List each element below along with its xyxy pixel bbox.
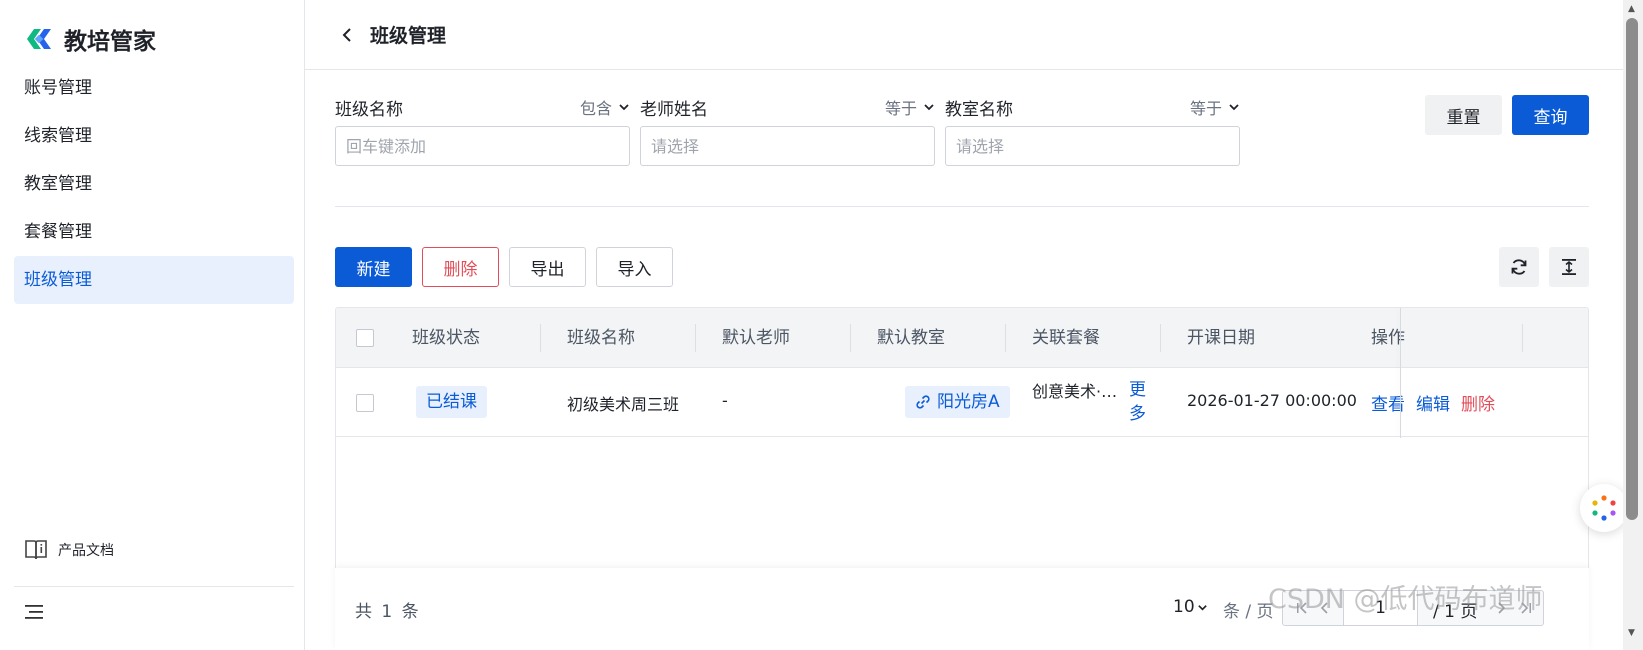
refresh-icon: [1511, 259, 1527, 275]
column-header-teacher[interactable]: 默认老师: [722, 308, 790, 368]
column-separator[interactable]: [1522, 324, 1523, 352]
page-size-select[interactable]: 10: [1173, 597, 1208, 617]
filter-operator-select[interactable]: 等于: [1190, 95, 1240, 119]
page-title: 班级管理: [370, 25, 447, 47]
classroom-link[interactable]: 阳光房A: [905, 386, 1010, 418]
filter-operator-value: 等于: [884, 99, 917, 118]
book-icon: [25, 540, 47, 560]
package-cell: 创意美术·…: [1032, 382, 1118, 401]
chevron-down-icon: [619, 104, 629, 111]
classroom-label: 阳光房A: [937, 392, 1000, 412]
export-button[interactable]: 导出: [509, 247, 586, 287]
watermark: CSDN @低代码布道师: [1268, 584, 1543, 615]
link-icon: [916, 395, 930, 409]
chevron-left-icon[interactable]: [337, 24, 359, 46]
reset-button[interactable]: 重置: [1425, 95, 1502, 135]
assistant-icon: [1592, 495, 1616, 521]
import-button[interactable]: 导入: [596, 247, 673, 287]
edit-link[interactable]: 编辑: [1416, 390, 1450, 415]
row-checkbox[interactable]: [356, 394, 374, 412]
per-page-label: 条 / 页: [1223, 602, 1274, 622]
sidebar-item-classrooms[interactable]: 教室管理: [14, 160, 294, 208]
chevron-down-icon: [1197, 604, 1207, 611]
table-row: 已结课 初级美术周三班 - 阳光房A 创意美术·… 更多 2026-01-27 …: [336, 369, 1588, 437]
sidebar-nav: 账号管理 线索管理 教室管理 套餐管理 班级管理: [14, 64, 294, 304]
filter-operator-value: 包含: [579, 99, 612, 118]
filter-operator-select[interactable]: 等于: [885, 95, 935, 119]
class-name-input[interactable]: [335, 126, 630, 166]
menu-collapse-icon[interactable]: [24, 603, 44, 621]
filter-label: 班级名称: [335, 100, 403, 120]
column-separator[interactable]: [1005, 324, 1006, 352]
page-header: 班级管理: [305, 0, 1623, 70]
filter-divider: [335, 206, 1589, 207]
classroom-name-select[interactable]: [945, 126, 1240, 166]
teacher-name-select[interactable]: [640, 126, 935, 166]
scroll-up-icon[interactable]: ▲: [1628, 4, 1635, 14]
scrollbar-thumb[interactable]: [1626, 18, 1638, 520]
sidebar-divider: [14, 586, 294, 587]
new-button[interactable]: 新建: [335, 247, 412, 287]
total-prefix: 共: [355, 602, 372, 622]
start-date-cell: 2026-01-27 00:00:00: [1187, 391, 1357, 410]
brand: 教培管家: [24, 22, 156, 56]
column-separator[interactable]: [540, 324, 541, 352]
filter-label: 教室名称: [945, 100, 1013, 120]
select-all-checkbox[interactable]: [356, 329, 374, 347]
product-docs-link[interactable]: 产品文档: [24, 539, 114, 561]
column-separator[interactable]: [1160, 324, 1161, 352]
package-more-link[interactable]: 更多: [1129, 378, 1149, 426]
query-button[interactable]: 查询: [1512, 95, 1589, 135]
delete-link[interactable]: 删除: [1461, 390, 1495, 415]
teacher-cell: -: [722, 391, 728, 410]
total-value: 1: [381, 602, 393, 622]
sidebar-item-packages[interactable]: 套餐管理: [14, 208, 294, 256]
column-header-start-date[interactable]: 开课日期: [1187, 308, 1255, 368]
sidebar-item-accounts[interactable]: 账号管理: [14, 64, 294, 112]
app-title: 教培管家: [64, 29, 156, 55]
total-count: 共 1 条: [355, 597, 419, 622]
fit-height-button[interactable]: [1549, 247, 1589, 287]
column-separator[interactable]: [695, 324, 696, 352]
refresh-button[interactable]: [1499, 247, 1539, 287]
total-suffix: 条: [401, 602, 419, 622]
filter-operator-select[interactable]: 包含: [580, 95, 630, 119]
page-size-value: 10: [1173, 597, 1195, 617]
column-separator[interactable]: [850, 324, 851, 352]
status-badge: 已结课: [416, 386, 487, 418]
filter-label: 老师姓名: [640, 100, 708, 120]
sidebar: 教培管家 账号管理 线索管理 教室管理 套餐管理 班级管理 产品文档: [0, 0, 305, 650]
fixed-column-divider: [1400, 308, 1401, 438]
fit-height-icon: [1562, 259, 1576, 275]
filter-operator-value: 等于: [1189, 99, 1222, 118]
column-header-package[interactable]: 关联套餐: [1032, 308, 1100, 368]
product-docs-label: 产品文档: [58, 543, 114, 559]
sidebar-item-leads[interactable]: 线索管理: [14, 112, 294, 160]
scroll-down-icon[interactable]: ▼: [1628, 628, 1635, 638]
column-header-name[interactable]: 班级名称: [567, 308, 635, 368]
table-header: 班级状态 班级名称 默认老师 默认教室 关联套餐 开课日期 操作: [336, 308, 1588, 368]
brand-logo-icon: [27, 29, 51, 49]
column-header-classroom[interactable]: 默认教室: [877, 308, 945, 368]
chevron-down-icon: [1229, 104, 1239, 111]
main-content: 班级管理 班级名称 包含 老师姓名 等于 教室名称 等于 重置 查询 新建 删除…: [305, 0, 1623, 650]
delete-button[interactable]: 删除: [422, 247, 499, 287]
assistant-button[interactable]: [1580, 484, 1628, 532]
class-name-cell: 初级美术周三班: [567, 395, 680, 414]
sidebar-item-classes[interactable]: 班级管理: [14, 256, 294, 304]
chevron-down-icon: [924, 104, 934, 111]
column-header-status[interactable]: 班级状态: [412, 308, 480, 368]
